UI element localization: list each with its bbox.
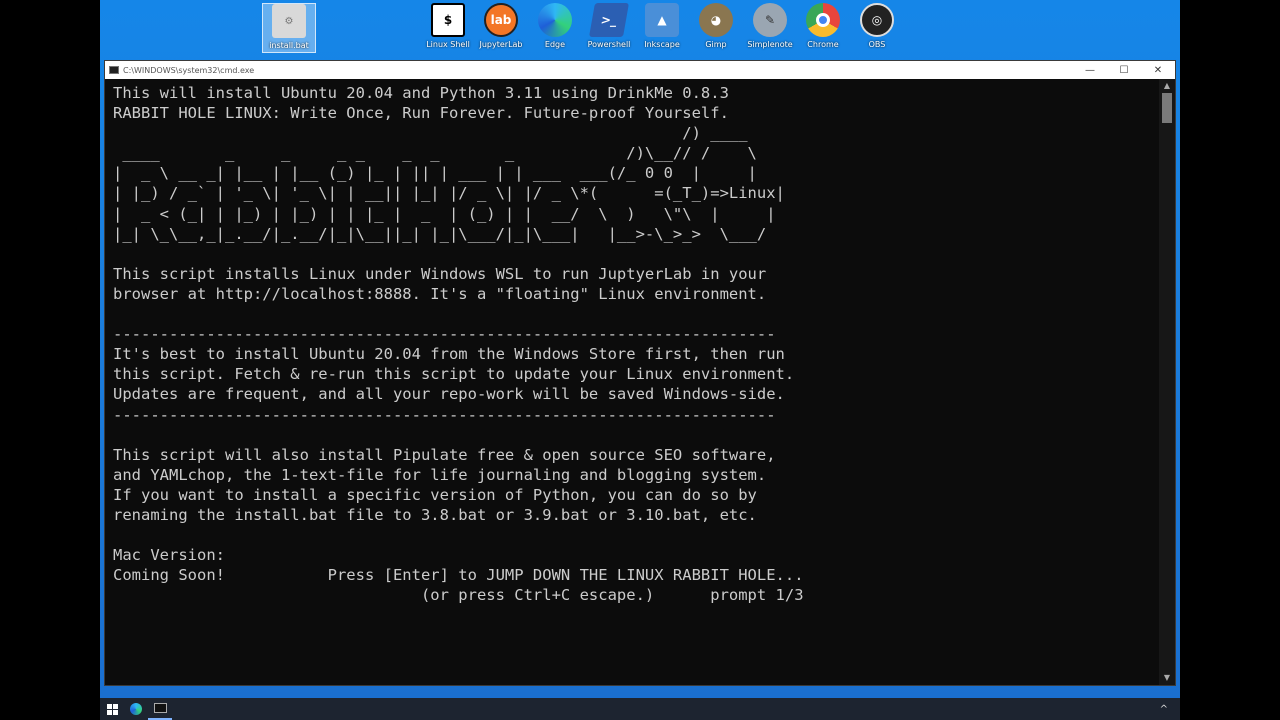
linux-shell-icon: $ (431, 3, 465, 37)
taskbar-cmd[interactable] (148, 698, 172, 720)
desktop-icon-label: Linux Shell (426, 40, 470, 49)
powershell-icon: >_ (589, 3, 629, 37)
close-button[interactable]: ✕ (1141, 65, 1175, 76)
desktop-icon-powershell[interactable]: >_ Powershell (582, 3, 636, 53)
start-icon (106, 703, 118, 715)
simplenote-icon: ✎ (753, 3, 787, 37)
window-title: C:\WINDOWS\system32\cmd.exe (123, 65, 255, 75)
desktop-icon-label: OBS (868, 40, 886, 49)
desktop-icon-obs[interactable]: ◎ OBS (850, 3, 904, 53)
desktop-icon-label: Inkscape (644, 40, 680, 49)
gimp-icon: ◕ (699, 3, 733, 37)
scroll-down-icon[interactable]: ▼ (1159, 671, 1175, 685)
inkscape-icon: ▲ (645, 3, 679, 37)
chrome-icon (806, 3, 840, 37)
jupyterlab-icon: lab (484, 3, 518, 37)
desktop-icon-install-bat[interactable]: ⚙ install.bat (262, 3, 316, 53)
window-controls: — ☐ ✕ (1073, 65, 1175, 76)
taskbar: ^ (100, 698, 1180, 720)
desktop-icon-label: Simplenote (747, 40, 793, 49)
taskbar-edge[interactable] (124, 698, 148, 720)
edge-icon (538, 3, 572, 37)
desktop-icon-label: Chrome (807, 40, 839, 49)
batch-file-icon: ⚙ (272, 4, 306, 38)
desktop-icon-jupyterlab[interactable]: lab JupyterLab (474, 3, 528, 53)
scroll-thumb[interactable] (1162, 93, 1172, 123)
desktop-icon-simplenote[interactable]: ✎ Simplenote (743, 3, 797, 53)
desktop-icon-gimp[interactable]: ◕ Gimp (689, 3, 743, 53)
desktop-icon-label: Edge (544, 40, 566, 49)
desktop-icon-label: Gimp (705, 40, 727, 49)
scroll-up-icon[interactable]: ▲ (1159, 79, 1175, 93)
edge-icon (130, 703, 142, 715)
cmd-window[interactable]: C:\WINDOWS\system32\cmd.exe — ☐ ✕ This w… (104, 60, 1176, 686)
start-button[interactable] (100, 698, 124, 720)
desktop-icon-label: JupyterLab (479, 40, 523, 49)
scrollbar[interactable]: ▲ ▼ (1159, 79, 1175, 685)
cmd-icon (109, 66, 119, 74)
cmd-icon (153, 703, 167, 713)
desktop-icon-inkscape[interactable]: ▲ Inkscape (635, 3, 689, 53)
tray-chevron-icon[interactable]: ^ (1160, 704, 1168, 715)
maximize-button[interactable]: ☐ (1107, 65, 1141, 76)
obs-icon: ◎ (860, 3, 894, 37)
desktop-icon-edge[interactable]: Edge (528, 3, 582, 53)
title-bar[interactable]: C:\WINDOWS\system32\cmd.exe — ☐ ✕ (105, 61, 1175, 79)
console-output[interactable]: This will install Ubuntu 20.04 and Pytho… (113, 83, 1155, 681)
desktop-icon-label: install.bat (269, 41, 309, 50)
desktop-icon-label: Powershell (587, 40, 631, 49)
desktop-icon-linux-shell[interactable]: $ Linux Shell (421, 3, 475, 53)
minimize-button[interactable]: — (1073, 65, 1107, 76)
desktop-icon-chrome[interactable]: Chrome (796, 3, 850, 53)
